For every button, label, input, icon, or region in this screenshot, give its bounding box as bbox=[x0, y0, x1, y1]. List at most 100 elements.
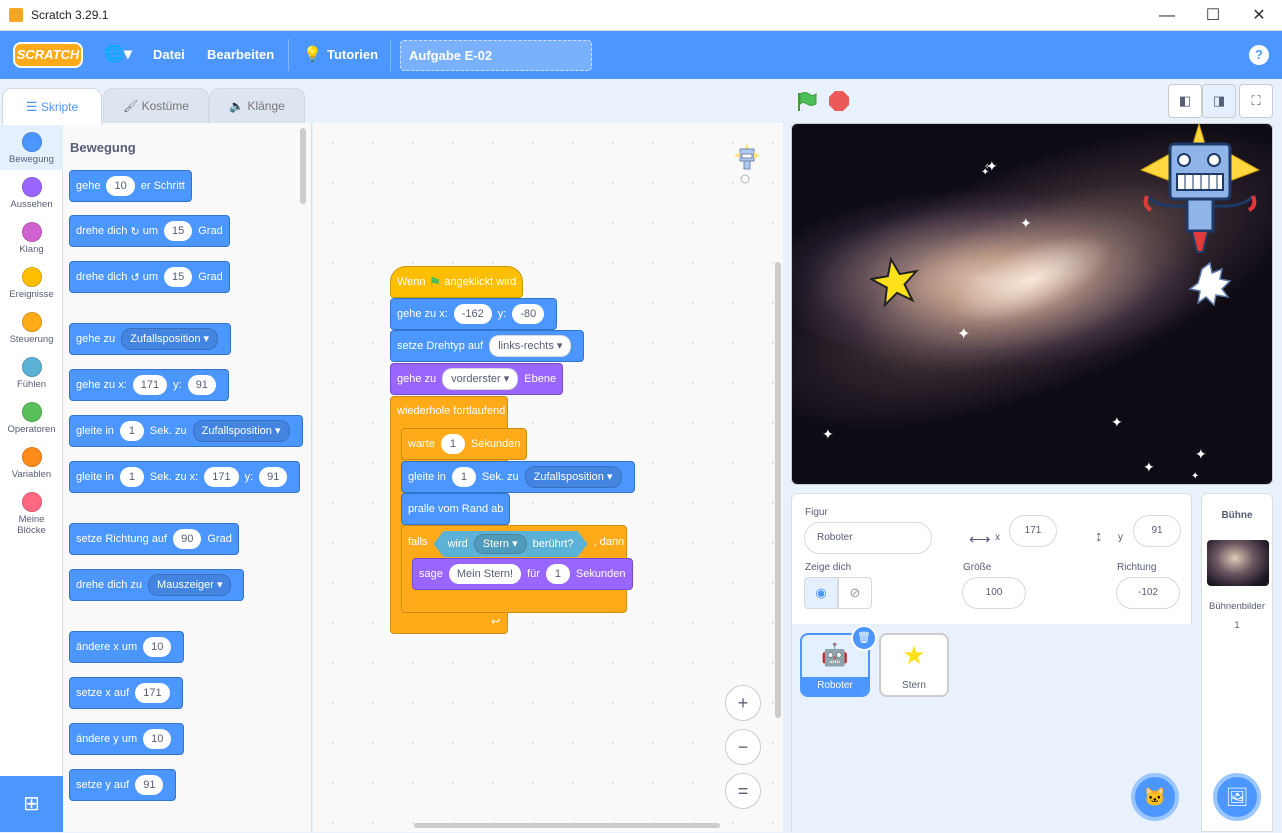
workspace-scrollbar-vertical[interactable] bbox=[775, 262, 781, 718]
block-input[interactable]: Mein Stern! bbox=[448, 564, 522, 584]
category-motion[interactable]: Bewegung bbox=[0, 125, 63, 170]
block-move-steps[interactable]: gehe 10 er Schritt bbox=[69, 170, 192, 202]
block-dropdown[interactable]: links-rechts ▾ bbox=[489, 335, 572, 357]
small-stage-button[interactable]: ◧ bbox=[1168, 84, 1202, 118]
project-title-input[interactable]: Aufgabe E-02 bbox=[400, 40, 592, 71]
category-events[interactable]: Ereignisse bbox=[0, 260, 63, 305]
zoom-in-button[interactable]: + bbox=[725, 685, 761, 721]
green-flag-button[interactable] bbox=[796, 91, 818, 118]
block-set-x[interactable]: setze x auf 171 bbox=[69, 677, 183, 709]
category-operators[interactable]: Operatoren bbox=[0, 395, 63, 440]
category-my-blocks[interactable]: Meine Blöcke bbox=[0, 485, 63, 541]
tab-code[interactable]: ☰ Skripte bbox=[2, 88, 102, 125]
stage-thumbnail[interactable] bbox=[1207, 540, 1269, 586]
palette-scrollbar[interactable] bbox=[300, 128, 306, 204]
zoom-out-button[interactable]: − bbox=[725, 729, 761, 765]
block-say-for-secs[interactable]: sage Mein Stern! für 1 Sekunden bbox=[412, 558, 633, 590]
block-dropdown[interactable]: vorderster ▾ bbox=[442, 368, 519, 390]
menu-edit[interactable]: Bearbeiten bbox=[207, 31, 274, 79]
block-point-direction[interactable]: setze Richtung auf 90 Grad bbox=[69, 523, 239, 555]
menu-file[interactable]: Datei bbox=[153, 31, 185, 79]
category-sensing[interactable]: Fühlen bbox=[0, 350, 63, 395]
block-when-flag-clicked[interactable]: Wenn ⚑ angeklickt wird bbox=[390, 266, 524, 298]
tab-costumes[interactable]: 🖌 Kostüme bbox=[103, 88, 209, 124]
x-input[interactable]: 171 bbox=[1009, 515, 1057, 547]
robot-sprite[interactable] bbox=[1137, 124, 1262, 319]
sparkle-icon: ✦ bbox=[822, 426, 834, 442]
category-control[interactable]: Steuerung bbox=[0, 305, 63, 350]
minimize-button[interactable]: — bbox=[1144, 0, 1190, 31]
globe-icon[interactable]: 🌐▾ bbox=[104, 31, 132, 79]
add-sprite-button[interactable]: 🐱 bbox=[1131, 773, 1179, 821]
block-goto-xy[interactable]: gehe zu x: -162 y: -80 bbox=[390, 298, 558, 330]
stop-button[interactable] bbox=[829, 91, 849, 111]
block-input[interactable]: 1 bbox=[545, 564, 570, 584]
show-visible-button[interactable]: ◉ bbox=[804, 577, 838, 609]
add-extension-button[interactable]: ⊞ bbox=[0, 776, 63, 832]
block-input[interactable]: 10 bbox=[143, 637, 172, 657]
help-button[interactable]: ? bbox=[1249, 45, 1269, 65]
category-sound[interactable]: Klang bbox=[0, 215, 63, 260]
maximize-button[interactable]: ☐ bbox=[1190, 0, 1236, 31]
block-input[interactable]: -162 bbox=[453, 304, 492, 324]
block-input[interactable]: 1 bbox=[451, 467, 476, 487]
lightbulb-icon[interactable]: 💡 bbox=[303, 31, 322, 79]
block-input[interactable]: 91 bbox=[259, 467, 288, 487]
block-go-to-layer[interactable]: gehe zu vorderster ▾ Ebene bbox=[390, 363, 564, 395]
block-input[interactable]: 171 bbox=[132, 375, 168, 395]
block-goto-xy[interactable]: gehe zu x: 171 y: 91 bbox=[69, 369, 229, 401]
block-input[interactable]: 1 bbox=[119, 467, 144, 487]
sprite-thumb-stern[interactable]: ★ Stern bbox=[879, 633, 949, 697]
direction-input[interactable]: -102 bbox=[1116, 577, 1180, 609]
block-dropdown[interactable]: Zufallsposition ▾ bbox=[524, 466, 622, 488]
block-touching[interactable]: wird Stern ▾ berührt? bbox=[434, 531, 588, 557]
block-input[interactable]: 91 bbox=[187, 375, 216, 395]
delete-sprite-icon[interactable]: 🗑 bbox=[851, 625, 877, 651]
block-turn-left[interactable]: drehe dich ↺ um 15 Grad bbox=[69, 261, 230, 293]
block-input[interactable]: 171 bbox=[204, 467, 239, 487]
scratch-logo[interactable]: SCRATCH bbox=[13, 42, 83, 68]
workspace-scrollbar-horizontal[interactable] bbox=[414, 823, 720, 828]
add-backdrop-button[interactable]: 🖼 bbox=[1213, 773, 1261, 821]
block-wait[interactable]: warte 1 Sekunden bbox=[401, 428, 528, 460]
block-input[interactable]: 1 bbox=[440, 434, 465, 454]
menu-tutorials[interactable]: Tutorien bbox=[327, 31, 378, 79]
close-button[interactable]: ✕ bbox=[1236, 0, 1282, 31]
block-turn-right[interactable]: drehe dich ↻ um 15 Grad bbox=[69, 215, 230, 247]
block-input[interactable]: 15 bbox=[164, 267, 193, 287]
block-set-y[interactable]: setze y auf 91 bbox=[69, 769, 177, 801]
block-input[interactable]: 10 bbox=[143, 729, 172, 749]
tab-sounds[interactable]: 🔈 Klänge bbox=[209, 88, 305, 124]
stage-canvas[interactable]: ✦ ✧ ✦ ✦ ✦ ✦ ✦ ✦ ✦ ✦ ✦ bbox=[791, 123, 1273, 485]
sprite-name-input[interactable]: Roboter bbox=[804, 522, 932, 554]
block-change-y[interactable]: ändere y um 10 bbox=[69, 723, 185, 755]
block-input[interactable]: 1 bbox=[119, 421, 144, 441]
block-input[interactable]: 15 bbox=[164, 221, 193, 241]
block-input[interactable]: 91 bbox=[135, 775, 164, 795]
star-sprite[interactable] bbox=[870, 257, 920, 307]
block-goto-target[interactable]: gehe zu Zufallsposition ▾ bbox=[69, 323, 232, 355]
block-glide-target[interactable]: gleite in 1 Sek. zu Zufallsposition ▾ bbox=[69, 415, 303, 447]
block-input[interactable]: 90 bbox=[173, 529, 202, 549]
block-dropdown[interactable]: Mauszeiger ▾ bbox=[148, 574, 232, 596]
block-glide-xy[interactable]: gleite in 1 Sek. zu x: 171 y: 91 bbox=[69, 461, 301, 493]
block-glide-target[interactable]: gleite in 1 Sek. zu Zufallsposition ▾ bbox=[401, 461, 635, 493]
category-variables[interactable]: Variablen bbox=[0, 440, 63, 485]
block-input[interactable]: 171 bbox=[135, 683, 170, 703]
block-dropdown[interactable]: Zufallsposition ▾ bbox=[192, 420, 290, 442]
y-input[interactable]: 91 bbox=[1133, 515, 1181, 547]
size-input[interactable]: 100 bbox=[962, 577, 1026, 609]
block-dropdown[interactable]: Stern ▾ bbox=[474, 534, 527, 554]
block-dropdown[interactable]: Zufallsposition ▾ bbox=[121, 328, 219, 350]
block-input[interactable]: 10 bbox=[106, 176, 135, 196]
block-set-rotation-style[interactable]: setze Drehtyp auf links-rechts ▾ bbox=[390, 330, 585, 362]
block-input[interactable]: -80 bbox=[512, 304, 545, 324]
hide-button[interactable]: ⊘ bbox=[838, 577, 872, 609]
zoom-reset-button[interactable]: = bbox=[725, 773, 761, 809]
category-looks[interactable]: Aussehen bbox=[0, 170, 63, 215]
normal-stage-button[interactable]: ◨ bbox=[1202, 84, 1236, 118]
fullscreen-button[interactable]: ⛶ bbox=[1239, 84, 1273, 118]
block-point-towards[interactable]: drehe dich zu Mauszeiger ▾ bbox=[69, 569, 245, 601]
block-bounce[interactable]: pralle vom Rand ab bbox=[401, 493, 511, 525]
block-change-x[interactable]: ändere x um 10 bbox=[69, 631, 185, 663]
